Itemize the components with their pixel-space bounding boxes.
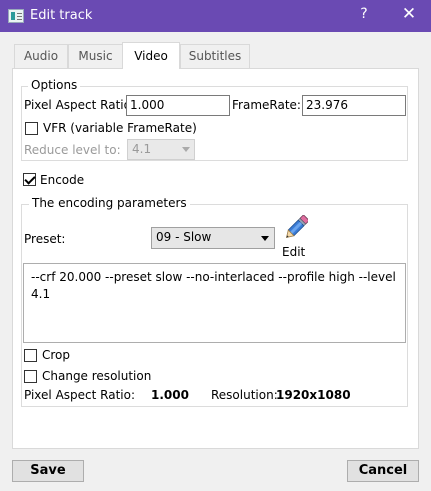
app-icon (8, 9, 24, 23)
change-resolution-label: Change resolution (42, 369, 152, 383)
vfr-checkbox[interactable] (25, 122, 38, 135)
reduce-level-value: 4.1 (132, 142, 152, 156)
help-button[interactable]: ? (357, 6, 371, 22)
save-button[interactable]: Save (12, 460, 84, 482)
pixel-aspect-label: Pixel Aspect Ratio (24, 98, 131, 112)
tab-video[interactable]: Video (122, 42, 180, 69)
pencil-icon (285, 215, 308, 239)
par-info-label: Pixel Aspect Ratio: (24, 388, 135, 402)
tab-subtitles[interactable]: Subtitles (180, 44, 250, 68)
close-button[interactable]: ✕ (400, 4, 418, 24)
preset-select[interactable]: 09 - Slow (151, 227, 275, 249)
edit-params-button[interactable]: Edit (280, 215, 310, 261)
encoding-params-textarea[interactable]: --crf 20.000 --preset slow --no-interlac… (23, 263, 406, 343)
pixel-aspect-input[interactable]: 1.000 (126, 95, 230, 116)
title-bar: Edit track ? ✕ (0, 0, 431, 32)
preset-value: 09 - Slow (156, 230, 212, 244)
encoding-params-label: The encoding parameters (29, 196, 190, 210)
resolution-label: Resolution: (211, 388, 278, 402)
framerate-input[interactable]: 23.976 (302, 95, 406, 116)
encode-label: Encode (40, 173, 85, 187)
crop-checkbox[interactable] (24, 349, 37, 362)
reduce-level-select[interactable]: 4.1 (127, 139, 195, 160)
reduce-level-label: Reduce level to: (24, 143, 121, 157)
crop-label: Crop (42, 348, 71, 362)
edit-label: Edit (282, 245, 306, 259)
encode-checkbox[interactable] (23, 173, 36, 186)
vfr-label: VFR (variable FrameRate) (43, 121, 197, 135)
preset-label: Preset: (24, 232, 66, 246)
window-title: Edit track (30, 8, 93, 23)
tab-music[interactable]: Music (68, 44, 123, 68)
change-resolution-checkbox[interactable] (24, 370, 37, 383)
chevron-down-icon (182, 147, 190, 152)
cancel-button[interactable]: Cancel (347, 460, 419, 482)
par-info-value: 1.000 (151, 388, 189, 402)
tab-audio[interactable]: Audio (14, 44, 68, 68)
chevron-down-icon (261, 236, 269, 241)
framerate-label: FrameRate: (232, 98, 301, 112)
resolution-value: 1920x1080 (276, 388, 351, 402)
options-group-label: Options (28, 78, 81, 92)
